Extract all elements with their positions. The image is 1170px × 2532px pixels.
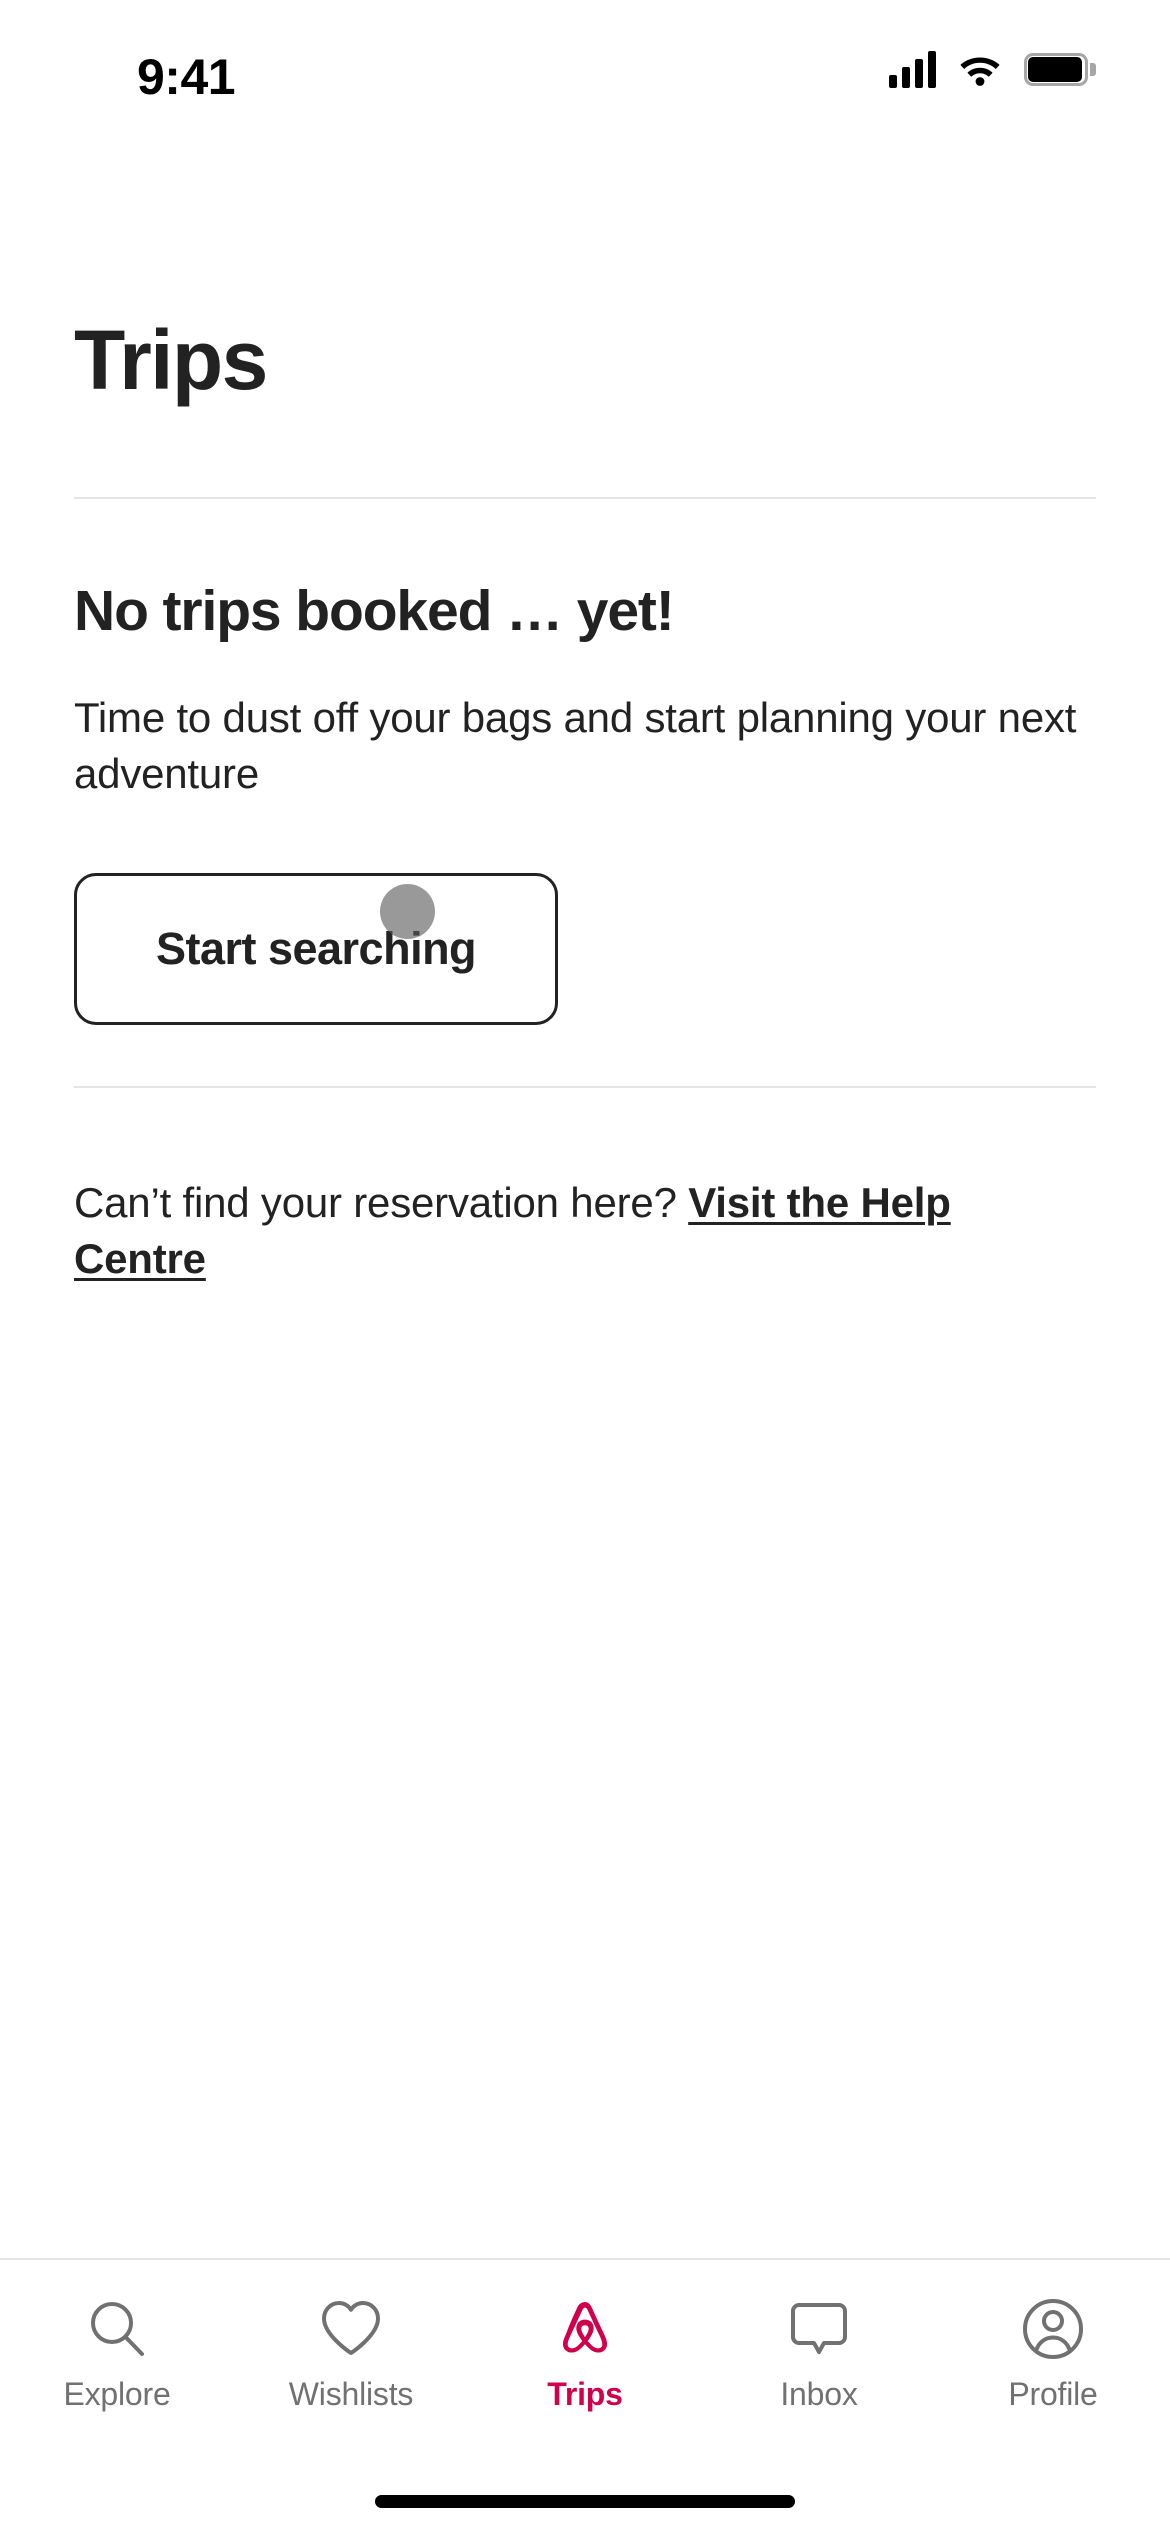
tab-label-profile: Profile: [1008, 2376, 1098, 2412]
empty-state-title: No trips booked … yet!: [74, 579, 675, 643]
divider-top: [74, 497, 1096, 499]
help-text: Can’t find your reservation here? Visit …: [74, 1175, 1084, 1287]
user-circle-icon: [1020, 2296, 1086, 2362]
tab-inbox[interactable]: Inbox: [702, 2260, 936, 2413]
home-indicator: [375, 2495, 795, 2508]
tab-label-trips: Trips: [547, 2376, 623, 2412]
heart-icon: [318, 2296, 384, 2362]
tab-profile[interactable]: Profile: [936, 2260, 1170, 2413]
wifi-icon: [958, 52, 1002, 86]
cellular-signal-icon: [889, 50, 936, 88]
status-bar: 9:41: [0, 0, 1170, 150]
search-icon: [84, 2296, 150, 2362]
app-screen: 9:41 Trips No trips booked … yet! Time t…: [0, 0, 1170, 2532]
airbnb-belo-icon: [552, 2296, 618, 2362]
status-icons: [889, 50, 1096, 88]
tab-label-explore: Explore: [63, 2376, 171, 2412]
tab-trips[interactable]: Trips: [468, 2260, 702, 2413]
bottom-tab-bar: Explore Wishlists Trips Inbox Profile: [0, 2258, 1170, 2532]
tab-label-inbox: Inbox: [780, 2376, 858, 2412]
battery-icon: [1024, 52, 1096, 86]
empty-state-body: Time to dust off your bags and start pla…: [74, 694, 1077, 797]
tab-label-wishlists: Wishlists: [288, 2376, 414, 2412]
speech-bubble-icon: [786, 2296, 852, 2362]
page-title: Trips: [74, 313, 268, 407]
status-time: 9:41: [137, 49, 236, 105]
start-searching-button[interactable]: Start searching: [74, 873, 558, 1025]
help-text-prefix: Can’t find your reservation here?: [74, 1179, 689, 1226]
tab-wishlists[interactable]: Wishlists: [234, 2260, 468, 2413]
tab-explore[interactable]: Explore: [0, 2260, 234, 2413]
divider-bottom: [74, 1086, 1096, 1088]
